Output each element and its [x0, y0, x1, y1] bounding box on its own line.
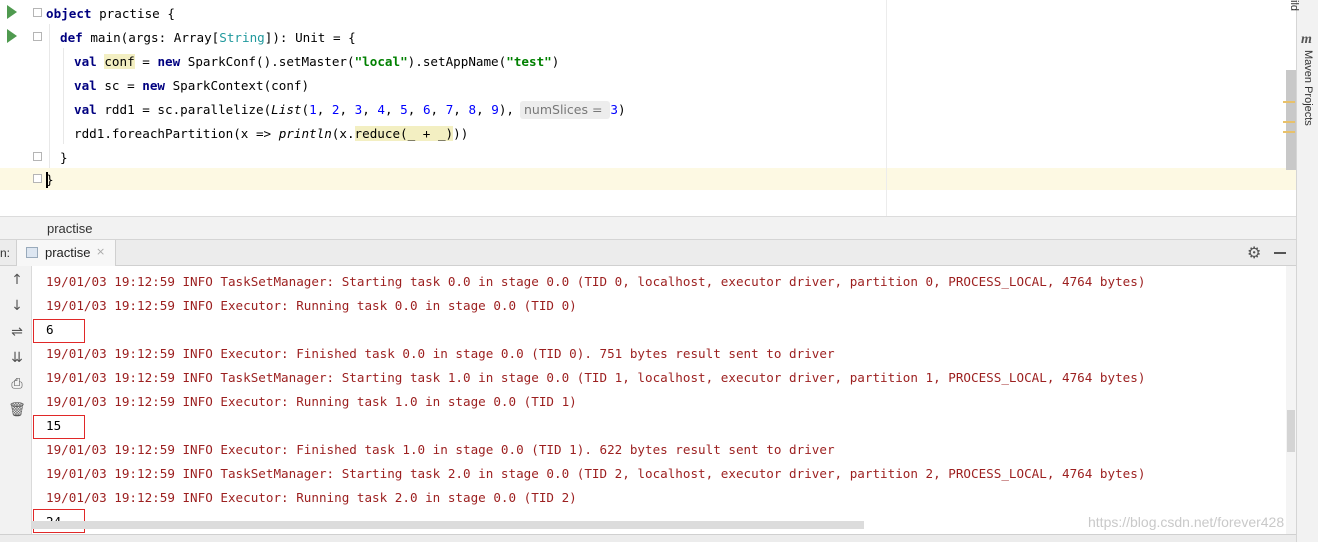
console-line: 19/01/03 19:12:59 INFO TaskSetManager: S… [46, 466, 1146, 481]
console-line: 19/01/03 19:12:59 INFO Executor: Running… [46, 298, 577, 313]
run-config-icon [26, 247, 38, 258]
reduce-highlight: reduce(_ + _) [354, 126, 454, 141]
warning-marker[interactable] [1283, 131, 1295, 133]
list-call: List [271, 102, 302, 117]
status-bar [0, 534, 1296, 542]
code-line-2: def main(args: Array[String]): Unit = { [60, 26, 356, 50]
gear-icon[interactable]: ⚙ [1247, 243, 1261, 262]
num-literal: 3 [610, 102, 618, 117]
fold-object-icon[interactable] [33, 8, 42, 17]
console-line: 19/01/03 19:12:59 INFO Executor: Finishe… [46, 442, 835, 457]
code-line-4: val sc = new SparkContext(conf) [74, 74, 309, 98]
code-text: ) [551, 54, 560, 69]
code-text: main(args: Array[ [82, 30, 220, 45]
code-line-3: val conf = new SparkConf().setMaster("lo… [74, 50, 559, 74]
keyword: new [157, 54, 181, 69]
code-text: ( [301, 102, 310, 117]
variable-highlight: conf [104, 54, 135, 69]
soft-wrap-icon[interactable]: ⇌ [8, 324, 26, 340]
scroll-to-end-icon[interactable]: ⇊ [8, 350, 26, 366]
indent-guide [63, 48, 64, 144]
fold-main-icon[interactable] [33, 32, 42, 41]
console-line: 19/01/03 19:12:59 INFO Executor: Finishe… [46, 346, 835, 361]
indent-guide [49, 24, 50, 168]
console-line: 19/01/03 19:12:59 INFO Executor: Running… [46, 490, 577, 505]
console-line: 19/01/03 19:12:59 INFO TaskSetManager: S… [46, 274, 1146, 289]
num-literal: 2 [331, 102, 340, 117]
trash-icon[interactable]: 🗑 [8, 402, 26, 418]
variable: rdd1 [104, 102, 135, 117]
console-scrollbar-thumb[interactable] [1287, 410, 1295, 452]
console-line: 19/01/03 19:12:59 INFO TaskSetManager: S… [46, 370, 1146, 385]
run-panel-header [0, 240, 1296, 266]
watermark: https://blog.csdn.net/forever428 [1088, 514, 1285, 530]
code-line-6: rdd1.foreachPartition(x => println(x.red… [74, 122, 468, 146]
build-tool-label[interactable]: ild [1288, 0, 1300, 11]
num-literal: 1 [309, 102, 317, 117]
num-literal: 5 [400, 102, 408, 117]
code-text: = [134, 54, 158, 69]
fold-end-object-icon[interactable] [33, 174, 42, 183]
maven-icon[interactable]: m [1301, 32, 1312, 48]
breadcrumb[interactable]: practise [47, 221, 93, 236]
code-text: practise { [91, 6, 175, 21]
num-literal: 4 [377, 102, 385, 117]
fold-end-main-icon[interactable] [33, 152, 42, 161]
caret-line-highlight [38, 168, 1296, 190]
editor-scrollbar[interactable] [1286, 70, 1296, 170]
keyword: object [46, 6, 92, 21]
code-line-1: object practise { [46, 2, 175, 26]
num-literal: 9 [491, 102, 499, 117]
num-literal: 3 [354, 102, 363, 117]
string-literal: "local" [354, 54, 408, 69]
keyword: val [74, 78, 97, 93]
num-literal: 6 [422, 102, 431, 117]
code-text: sc = [96, 78, 143, 93]
console-line: 19/01/03 19:12:59 INFO Executor: Running… [46, 394, 577, 409]
code-line-5: val rdd1 = sc.parallelize(List(1, 2, 3, … [74, 101, 626, 119]
parameter-hint-name: numSlices = [524, 102, 607, 117]
code-text: (x. [331, 126, 355, 141]
code-text: SparkContext(conf) [165, 78, 310, 93]
print-icon[interactable]: ⎙ [8, 376, 26, 392]
minimize-icon[interactable] [1274, 252, 1286, 254]
println-call: println [278, 126, 332, 141]
run-object-icon[interactable] [7, 5, 17, 19]
text-caret [46, 172, 48, 188]
highlight-box [33, 319, 85, 343]
num-literal: 7 [445, 102, 454, 117]
console-scrollbar-track [1286, 266, 1296, 542]
parameter-hint: numSlices = [520, 101, 611, 119]
keyword: def [60, 30, 83, 45]
code-line-7: } [60, 150, 68, 165]
scroll-up-icon[interactable]: ↑ [8, 272, 26, 288]
run-panel-title: n: [0, 246, 11, 260]
code-text: ).setAppName( [407, 54, 507, 69]
code-text: SparkConf().setMaster( [180, 54, 355, 69]
close-tab-icon[interactable]: × [96, 245, 105, 258]
code-text: rdd1.foreachPartition(x => [74, 126, 279, 141]
code-text: )) [453, 126, 469, 141]
keyword: val [74, 102, 97, 117]
warning-marker[interactable] [1283, 121, 1295, 123]
code-text: ) [618, 102, 626, 117]
num-literal: 8 [468, 102, 477, 117]
string-literal: "test" [506, 54, 552, 69]
keyword: val [74, 54, 97, 69]
warning-marker[interactable] [1283, 101, 1295, 103]
code-text: ]): Unit = { [264, 30, 356, 45]
keyword: new [142, 78, 165, 93]
code-text: = sc.parallelize( [134, 102, 272, 117]
highlight-box [33, 415, 85, 439]
breadcrumb-bar [0, 216, 1296, 240]
run-main-icon[interactable] [7, 29, 17, 43]
maven-projects-tab[interactable]: Maven Projects [1302, 50, 1314, 126]
type-name: String [219, 30, 265, 45]
scroll-down-icon[interactable]: ↓ [8, 298, 26, 314]
tab-label: practise [45, 245, 91, 260]
console-horizontal-scrollbar[interactable] [32, 521, 864, 529]
right-margin-guide [886, 0, 887, 216]
